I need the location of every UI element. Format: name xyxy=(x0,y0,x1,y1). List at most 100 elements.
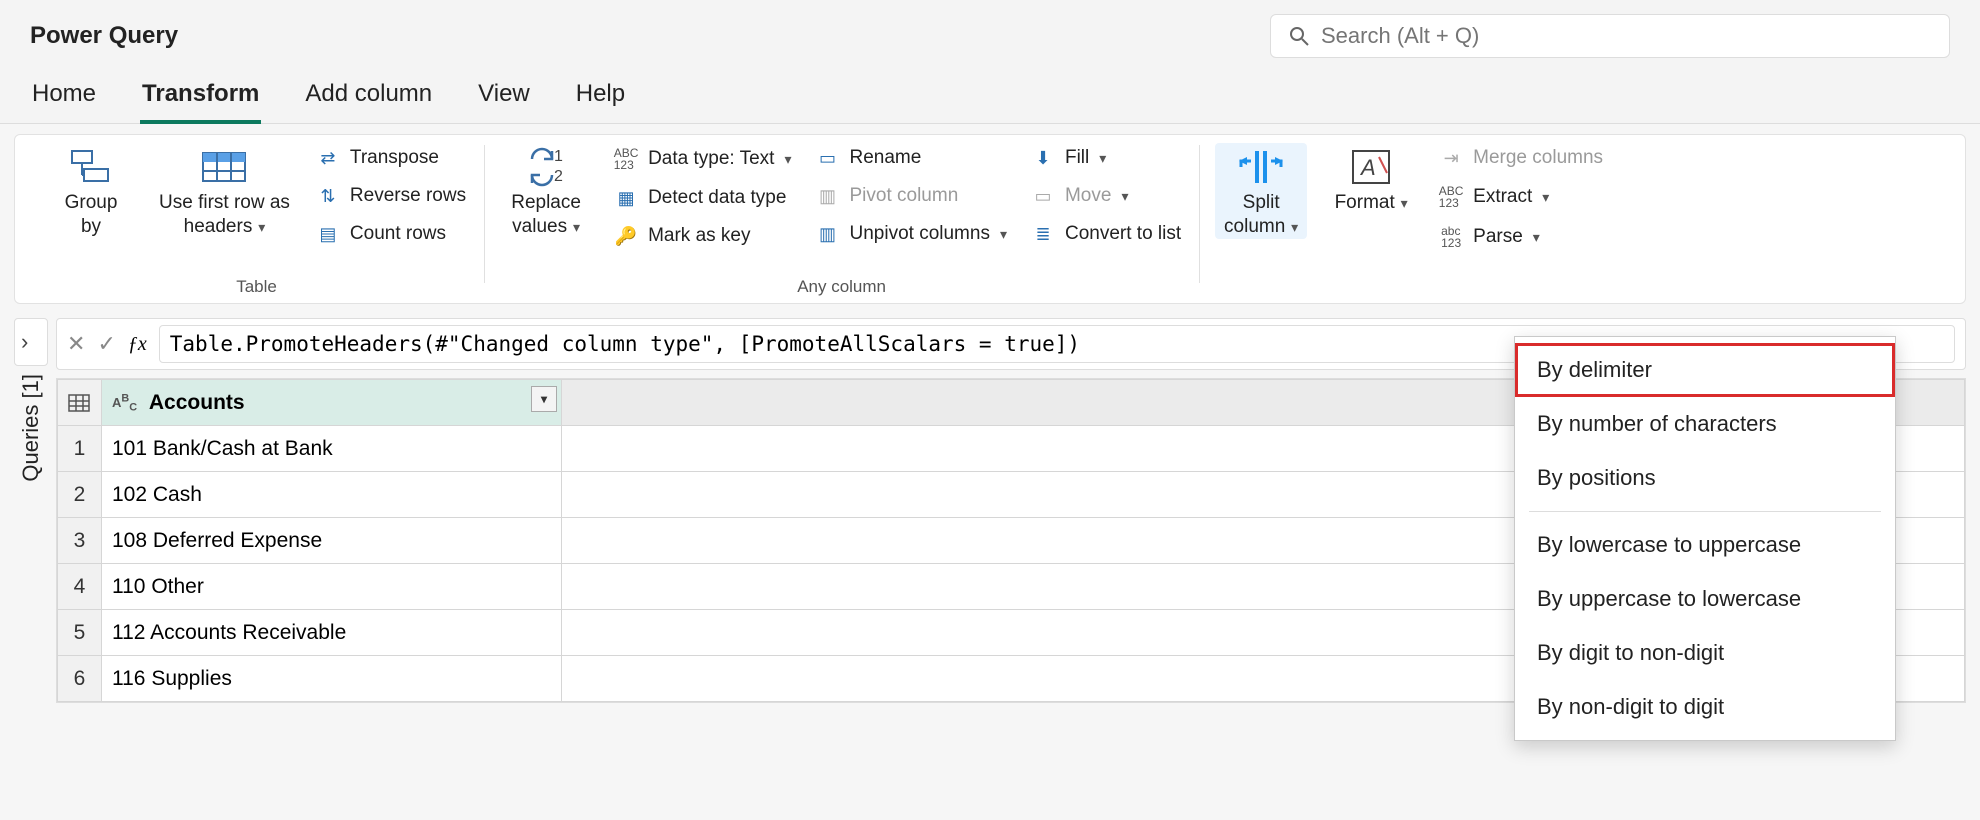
reverse-rows-button[interactable]: ⇅ Reverse rows xyxy=(312,181,468,211)
replace-values-label: Replace values xyxy=(511,191,581,239)
detect-data-type-button[interactable]: ▦ Detect data type xyxy=(610,183,793,213)
count-rows-label: Count rows xyxy=(350,223,446,245)
rename-button[interactable]: ▭Rename xyxy=(812,143,1009,173)
extract-icon: ABC123 xyxy=(1437,185,1465,209)
commit-formula-icon[interactable]: ✓ xyxy=(97,331,115,357)
parse-icon: abc123 xyxy=(1437,225,1465,249)
column-type-icon: ABC xyxy=(112,395,137,410)
extract-button[interactable]: ABC123 Extract xyxy=(1435,181,1605,213)
menu-by-digit-to-non-digit[interactable]: By digit to non-digit xyxy=(1515,626,1895,680)
menu-by-number-of-characters[interactable]: By number of characters xyxy=(1515,397,1895,451)
app-title: Power Query xyxy=(30,22,178,50)
group-label-textcol xyxy=(1215,293,1605,297)
cell-accounts[interactable]: 110 Other xyxy=(102,564,562,610)
fx-icon[interactable]: ƒx xyxy=(128,333,147,356)
menu-by-uppercase-to-lowercase[interactable]: By uppercase to lowercase xyxy=(1515,572,1895,626)
queries-sidebar-label[interactable]: Queries [1] xyxy=(14,374,48,482)
chevron-right-icon: › xyxy=(21,329,28,355)
key-icon: 🔑 xyxy=(612,226,640,247)
data-type-icon: ABC123 xyxy=(612,147,640,171)
pivot-column-button[interactable]: ▥ Pivot column xyxy=(812,181,1009,211)
move-button[interactable]: ▭ Move xyxy=(1027,181,1183,211)
merge-columns-button[interactable]: ⇥ Merge columns xyxy=(1435,143,1605,173)
format-button[interactable]: A Format xyxy=(1325,143,1417,215)
row-number[interactable]: 3 xyxy=(58,518,102,564)
group-by-label: Group by xyxy=(65,191,118,239)
pivot-label: Pivot column xyxy=(850,185,959,207)
use-first-row-button[interactable]: Use first row as headers xyxy=(155,143,294,239)
group-label-anycol: Any column xyxy=(500,273,1183,297)
split-column-menu: By delimiter By number of characters By … xyxy=(1514,336,1896,741)
group-by-icon xyxy=(67,147,115,187)
row-number[interactable]: 4 xyxy=(58,564,102,610)
split-column-label: Split column xyxy=(1224,191,1298,239)
ribbon-tabs: Home Transform Add column View Help xyxy=(0,66,1980,124)
tab-transform[interactable]: Transform xyxy=(140,72,261,124)
split-column-icon xyxy=(1237,147,1285,187)
ribbon: Group by Use first row as headers ⇄Trans… xyxy=(14,134,1966,304)
tab-help[interactable]: Help xyxy=(574,72,627,123)
cell-accounts[interactable]: 116 Supplies xyxy=(102,656,562,702)
row-number[interactable]: 2 xyxy=(58,472,102,518)
data-type-label: Data type: Text xyxy=(648,148,774,170)
search-box[interactable] xyxy=(1270,14,1950,58)
column-header-accounts[interactable]: ABC Accounts ▾ xyxy=(102,380,562,426)
queries-panel-collapsed[interactable]: › xyxy=(14,318,48,366)
group-by-button[interactable]: Group by xyxy=(45,143,137,239)
column-filter-dropdown[interactable]: ▾ xyxy=(531,386,557,412)
search-input[interactable] xyxy=(1321,23,1931,49)
transpose-icon: ⇄ xyxy=(314,148,342,169)
move-icon: ▭ xyxy=(1029,186,1057,207)
column-name: Accounts xyxy=(149,391,245,414)
data-type-button[interactable]: ABC123 Data type: Text xyxy=(610,143,793,175)
format-label: Format xyxy=(1335,191,1408,215)
transpose-button[interactable]: ⇄Transpose xyxy=(312,143,468,173)
list-icon: ≣ xyxy=(1029,224,1057,245)
menu-by-non-digit-to-digit[interactable]: By non-digit to digit xyxy=(1515,680,1895,734)
rename-icon: ▭ xyxy=(814,148,842,169)
search-icon xyxy=(1289,26,1309,46)
pivot-icon: ▥ xyxy=(814,186,842,207)
cell-accounts[interactable]: 112 Accounts Receivable xyxy=(102,610,562,656)
unpivot-icon: ▥ xyxy=(814,224,842,245)
tab-home[interactable]: Home xyxy=(30,72,98,123)
replace-values-button[interactable]: 1 2 Replace values xyxy=(500,143,592,239)
detect-icon: ▦ xyxy=(612,188,640,209)
menu-separator xyxy=(1529,511,1881,512)
menu-by-positions[interactable]: By positions xyxy=(1515,451,1895,505)
parse-button[interactable]: abc123Parse xyxy=(1435,221,1605,253)
tab-add-column[interactable]: Add column xyxy=(303,72,434,123)
merge-icon: ⇥ xyxy=(1437,148,1465,169)
convert-to-list-button[interactable]: ≣Convert to list xyxy=(1027,219,1183,249)
move-label: Move xyxy=(1065,185,1111,207)
cell-accounts[interactable]: 101 Bank/Cash at Bank xyxy=(102,426,562,472)
menu-by-lowercase-to-uppercase[interactable]: By lowercase to uppercase xyxy=(1515,518,1895,572)
menu-by-delimiter[interactable]: By delimiter xyxy=(1515,343,1895,397)
extract-label: Extract xyxy=(1473,186,1532,208)
reverse-rows-icon: ⇅ xyxy=(314,186,342,207)
cell-accounts[interactable]: 108 Deferred Expense xyxy=(102,518,562,564)
cancel-formula-icon[interactable]: ✕ xyxy=(67,331,85,357)
count-rows-button[interactable]: ▤Count rows xyxy=(312,219,468,249)
mark-as-key-button[interactable]: 🔑Mark as key xyxy=(610,221,793,251)
row-number[interactable]: 5 xyxy=(58,610,102,656)
fill-button[interactable]: ⬇ Fill xyxy=(1027,143,1183,173)
format-icon: A xyxy=(1347,147,1395,187)
fill-label: Fill xyxy=(1065,147,1089,169)
detect-label: Detect data type xyxy=(648,187,786,209)
svg-text:A: A xyxy=(1359,155,1376,180)
unpivot-columns-button[interactable]: ▥Unpivot columns xyxy=(812,219,1009,249)
reverse-rows-label: Reverse rows xyxy=(350,185,466,207)
fill-icon: ⬇ xyxy=(1029,148,1057,169)
row-number[interactable]: 1 xyxy=(58,426,102,472)
svg-text:1: 1 xyxy=(554,148,563,165)
split-column-button[interactable]: Split column xyxy=(1215,143,1307,239)
row-header-corner[interactable] xyxy=(58,380,102,426)
cell-accounts[interactable]: 102 Cash xyxy=(102,472,562,518)
merge-label: Merge columns xyxy=(1473,147,1603,169)
use-first-row-label: Use first row as headers xyxy=(159,191,290,239)
svg-text:2: 2 xyxy=(554,168,563,185)
row-number[interactable]: 6 xyxy=(58,656,102,702)
table-headers-icon xyxy=(200,147,248,187)
tab-view[interactable]: View xyxy=(476,72,532,123)
